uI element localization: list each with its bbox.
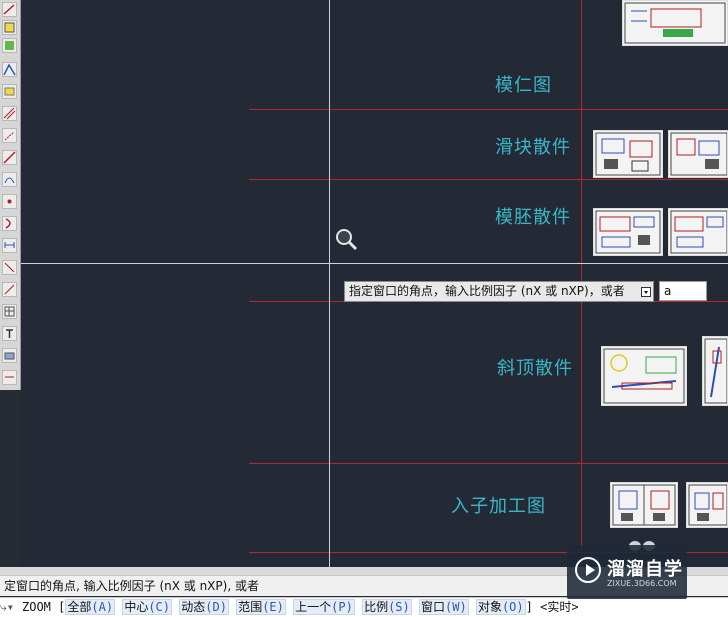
chevron-down-icon[interactable] xyxy=(641,287,651,297)
option-center[interactable]: 中心(C) xyxy=(122,599,173,615)
drawing-sheet-thumbnail[interactable] xyxy=(668,208,728,256)
section-label: 入子加工图 xyxy=(451,496,546,517)
dynamic-input-field[interactable]: a xyxy=(659,281,707,301)
prompt-text: 指定窗口的角点，输入比例因子 (nX 或 nXP)，或者 xyxy=(349,284,625,298)
drawing-sheet-thumbnail[interactable] xyxy=(622,0,728,46)
command-name: ZOOM xyxy=(22,600,51,614)
option-window[interactable]: 窗口(W) xyxy=(419,599,469,615)
frame-divider xyxy=(249,463,728,464)
option-previous[interactable]: 上一个(P) xyxy=(293,599,355,615)
drawing-sheet-thumbnail[interactable] xyxy=(668,130,728,178)
watermark-site: ZIXUE.3D66.COM xyxy=(607,579,677,588)
point-tool-button[interactable] xyxy=(2,194,17,209)
drawing-sheet-thumbnail[interactable] xyxy=(593,130,663,178)
section-label: 滑块散件 xyxy=(495,137,571,158)
draw-toolbar xyxy=(0,0,21,390)
watermark-brand: 溜溜自学 xyxy=(607,559,683,580)
zoom-magnifier-icon xyxy=(335,228,359,252)
extend-tool-button[interactable] xyxy=(2,282,17,297)
option-scale[interactable]: 比例(S) xyxy=(362,599,412,615)
dimension-tool-button[interactable] xyxy=(2,238,17,253)
rectangle-tool-button[interactable] xyxy=(2,20,17,35)
mtext-tool-button[interactable] xyxy=(2,370,17,385)
play-icon xyxy=(575,557,601,583)
watermark-logo: 溜溜自学 ZIXUE.3D66.COM xyxy=(567,545,687,599)
insert-block-button[interactable] xyxy=(2,348,17,363)
section-label: 模胚散件 xyxy=(495,207,571,228)
trim-tool-button[interactable] xyxy=(2,260,17,275)
option-extents[interactable]: 范围(E) xyxy=(236,599,286,615)
drawing-sheet-thumbnail[interactable] xyxy=(593,208,663,256)
drawing-sheet-thumbnail[interactable] xyxy=(702,336,728,406)
polyline-tool-button[interactable] xyxy=(2,62,17,77)
ray-tool-button[interactable] xyxy=(2,128,17,143)
option-dynamic[interactable]: 动态(D) xyxy=(179,599,229,615)
dynamic-input-prompt: 指定窗口的角点，输入比例因子 (nX 或 nXP)，或者 xyxy=(344,281,654,302)
section-label: 斜顶散件 xyxy=(497,358,573,379)
spline-tool-button[interactable] xyxy=(2,172,17,187)
drawing-sheet-thumbnail[interactable] xyxy=(686,482,728,528)
option-object[interactable]: 对象(O) xyxy=(475,599,526,615)
xline-tool-button[interactable] xyxy=(2,106,17,121)
drawing-sheet-thumbnail[interactable] xyxy=(601,346,687,406)
polygon-tool-button[interactable] xyxy=(2,84,17,99)
line-tool-button[interactable] xyxy=(2,2,17,17)
option-all[interactable]: 全部(A) xyxy=(65,599,116,615)
construction-line-button[interactable] xyxy=(2,150,17,165)
frame-divider xyxy=(249,109,728,110)
table-tool-button[interactable] xyxy=(2,304,17,319)
section-label: 模仁图 xyxy=(495,75,552,96)
arc-tool-button[interactable] xyxy=(2,216,17,231)
crosshair-vertical xyxy=(329,0,330,567)
command-line-menu-icon[interactable]: ⤷▾ xyxy=(0,598,22,617)
hatch-tool-button[interactable] xyxy=(2,38,17,53)
crosshair-horizontal xyxy=(21,263,728,264)
command-line[interactable]: ⤷▾ ZOOM [全部(A) 中心(C) 动态(D) 范围(E) 上一个(P) 比… xyxy=(0,597,728,617)
frame-divider xyxy=(249,179,728,180)
drawing-sheet-thumbnail[interactable] xyxy=(610,482,678,528)
text-tool-button[interactable] xyxy=(2,326,17,341)
command-default: <实时> xyxy=(540,600,579,614)
